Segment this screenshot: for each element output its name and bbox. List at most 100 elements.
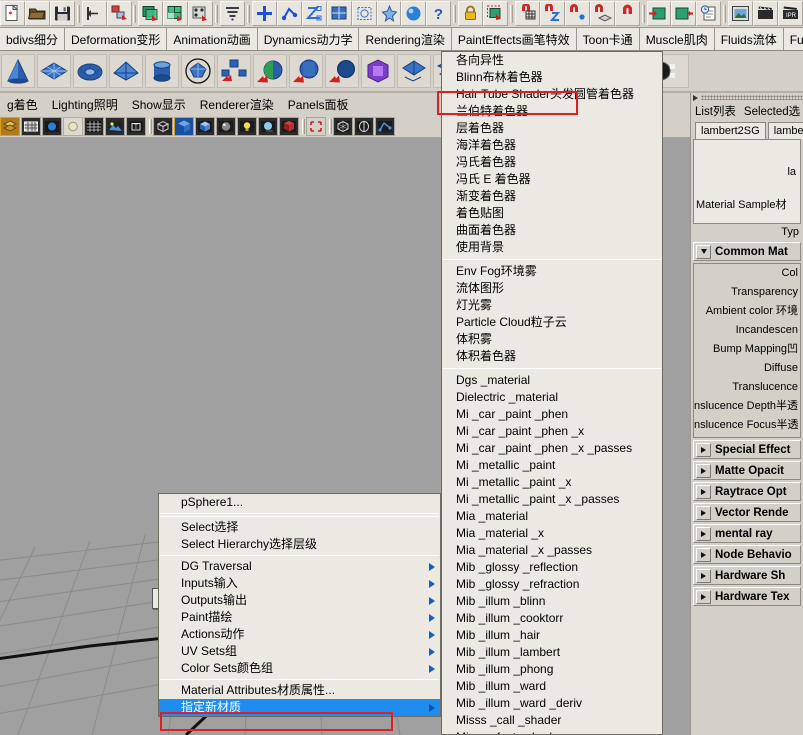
tab-rendering[interactable]: Rendering渲染 (359, 28, 452, 50)
expand-collapse-icon[interactable] (696, 505, 711, 520)
highlight-selection-icon[interactable] (483, 1, 509, 26)
submenu-item-mib-illum-cooktorr[interactable]: Mib _illum _cooktorr (442, 610, 662, 627)
mirror-geometry-icon[interactable] (397, 54, 431, 88)
boolean-intersection-icon[interactable] (325, 54, 359, 88)
attr-translucence-focus[interactable]: nslucence Focus半透 (694, 416, 800, 435)
xray-icon[interactable] (105, 116, 125, 136)
submenu-item-layered-shader[interactable]: 层着色器 (442, 120, 662, 137)
hardware-texture-icon[interactable] (195, 116, 215, 136)
smooth-shade-icon[interactable] (42, 116, 62, 136)
submenu-item-mia-material[interactable]: Mia _material (442, 508, 662, 525)
tab-toon[interactable]: Toon卡通 (576, 28, 640, 50)
submenu-item-volume-fog[interactable]: 体积雾 (442, 331, 662, 348)
submenu-item-ramp-shader[interactable]: 渐变着色器 (442, 188, 662, 205)
flat-shade-icon[interactable] (63, 116, 83, 136)
undo-icon[interactable] (81, 1, 107, 26)
section-matte-opacity[interactable]: Matte Opacit (693, 461, 801, 480)
soft-select-icon[interactable] (376, 1, 402, 26)
snap-plane-icon[interactable] (589, 1, 615, 26)
context-item-actions[interactable]: Actions动作 (159, 626, 440, 643)
ae-menu-selected[interactable]: Selected选 (740, 103, 803, 119)
context-item-assign-new-material[interactable]: 指定新材质 (159, 699, 440, 716)
context-item-dg-traversal[interactable]: DG Traversal (159, 558, 440, 575)
snap-to-grid-toggle-icon[interactable] (220, 1, 246, 26)
tab-muscle[interactable]: Muscle肌肉 (639, 28, 715, 50)
select-by-hierarchy-icon[interactable] (138, 1, 164, 26)
submenu-item-phong[interactable]: 冯氏着色器 (442, 154, 662, 171)
construction-history-icon[interactable] (696, 1, 722, 26)
submenu-item-mi-car-paint-phen-x-passes[interactable]: Mi _car _paint _phen _x _passes (442, 440, 662, 457)
submenu-item-mi-metallic-paint-x-passes[interactable]: Mi _metallic _paint _x _passes (442, 491, 662, 508)
submenu-item-mib-illum-ward-deriv[interactable]: Mib _illum _ward _deriv (442, 695, 662, 712)
submenu-item-anisotropic[interactable]: 各向异性 (442, 52, 662, 69)
submenu-item-mi-car-paint-phen[interactable]: Mi _car _paint _phen (442, 406, 662, 423)
submenu-item-lambert[interactable]: 兰伯特着色器 (442, 103, 662, 120)
wireframe-on-shaded-icon[interactable] (0, 116, 20, 136)
render-current-frame-icon[interactable] (728, 1, 754, 26)
section-hardware-texturing[interactable]: Hardware Tex (693, 587, 801, 606)
help-icon[interactable]: ? (426, 1, 452, 26)
expand-collapse-icon[interactable] (696, 484, 711, 499)
submenu-item-dgs-material[interactable]: Dgs _material (442, 372, 662, 389)
section-hardware-shading[interactable]: Hardware Sh (693, 566, 801, 585)
panel-drag-dots[interactable] (701, 95, 803, 100)
submenu-item-mib-illum-blinn[interactable]: Mib _illum _blinn (442, 593, 662, 610)
poly-torus-icon[interactable] (73, 54, 107, 88)
context-item-inputs[interactable]: Inputs输入 (159, 575, 440, 592)
section-mental-ray[interactable]: mental ray (693, 524, 801, 543)
tab-subdivs[interactable]: bdivs细分 (0, 28, 66, 50)
panel-collapse-arrow-icon[interactable] (693, 94, 698, 101)
section-vector-renderer[interactable]: Vector Rende (693, 503, 801, 522)
submenu-item-particle-cloud[interactable]: Particle Cloud粒子云 (442, 314, 662, 331)
tab-deformation[interactable]: Deformation变形 (65, 28, 168, 50)
expand-collapse-icon[interactable] (696, 589, 711, 604)
context-item-uv-sets[interactable]: UV Sets组 (159, 643, 440, 660)
open-scene-icon[interactable] (24, 1, 50, 26)
lights-icon[interactable] (237, 116, 257, 136)
shadows-icon[interactable] (258, 116, 278, 136)
select-by-component-icon[interactable] (188, 1, 214, 26)
camera-attributes-icon[interactable] (375, 116, 395, 136)
render-view-icon[interactable] (401, 1, 427, 26)
use-default-material-icon[interactable] (216, 116, 236, 136)
viewport-menu-panels[interactable]: Panels面板 (281, 96, 356, 113)
viewport-menu-shading[interactable]: g着色 (0, 96, 45, 113)
scale-tool-icon[interactable] (301, 1, 327, 26)
expand-collapse-icon[interactable] (696, 244, 711, 259)
occlusion-icon[interactable] (279, 116, 299, 136)
submenu-item-mia-material-x[interactable]: Mia _material _x (442, 525, 662, 542)
submenu-item-mib-illum-phong[interactable]: Mib _illum _phong (442, 661, 662, 678)
poly-cone-icon[interactable] (1, 54, 35, 88)
submenu-item-mia-material-x-passes[interactable]: Mia _material _x _passes (442, 542, 662, 559)
submenu-item-mi-metallic-paint[interactable]: Mi _metallic _paint (442, 457, 662, 474)
tab-fur[interactable]: Fur毛皮 (783, 28, 803, 50)
smooth-proxy-icon[interactable] (361, 54, 395, 88)
submenu-item-hair-tube-shader[interactable]: Hair Tube Shader头发圆管着色器 (442, 86, 662, 103)
attr-diffuse[interactable]: Diffuse (694, 359, 800, 378)
submenu-item-phong-e[interactable]: 冯氏 E 着色器 (442, 171, 662, 188)
output-connections-icon[interactable] (671, 1, 697, 26)
context-item-outputs[interactable]: Outputs输出 (159, 592, 440, 609)
attr-translucence[interactable]: Translucence (694, 378, 800, 397)
tab-fluids[interactable]: Fluids流体 (714, 28, 784, 50)
lock-icon[interactable] (458, 1, 484, 26)
viewport-menu-show[interactable]: Show显示 (125, 96, 193, 113)
expand-collapse-icon[interactable] (696, 442, 711, 457)
submenu-item-dielectric-material[interactable]: Dielectric _material (442, 389, 662, 406)
tab-painteffects[interactable]: PaintEffects画笔特效 (451, 28, 577, 50)
submenu-item-mib-illum-lambert[interactable]: Mib _illum _lambert (442, 644, 662, 661)
tab-dynamics[interactable]: Dynamics动力学 (257, 28, 360, 50)
panel-grip-handle[interactable] (691, 93, 803, 102)
attr-color[interactable]: Col (694, 264, 800, 283)
rotate-tool-icon[interactable] (276, 1, 302, 26)
select-by-object-icon[interactable] (163, 1, 189, 26)
ipr-render-icon[interactable] (753, 1, 779, 26)
submenu-item-use-background[interactable]: 使用背景 (442, 239, 662, 256)
submenu-item-misss-fast-shader[interactable]: Misss _fast _shader (442, 729, 662, 734)
ae-tab-lambert2sg[interactable]: lambert2SG (695, 122, 766, 139)
tab-animation[interactable]: Animation动画 (167, 28, 258, 50)
boolean-union-icon[interactable] (253, 54, 287, 88)
attr-translucence-depth[interactable]: nslucence Depth半透 (694, 397, 800, 416)
ae-tab-lambert[interactable]: lambert (767, 122, 803, 139)
ae-menu-list[interactable]: List列表 (691, 103, 740, 119)
